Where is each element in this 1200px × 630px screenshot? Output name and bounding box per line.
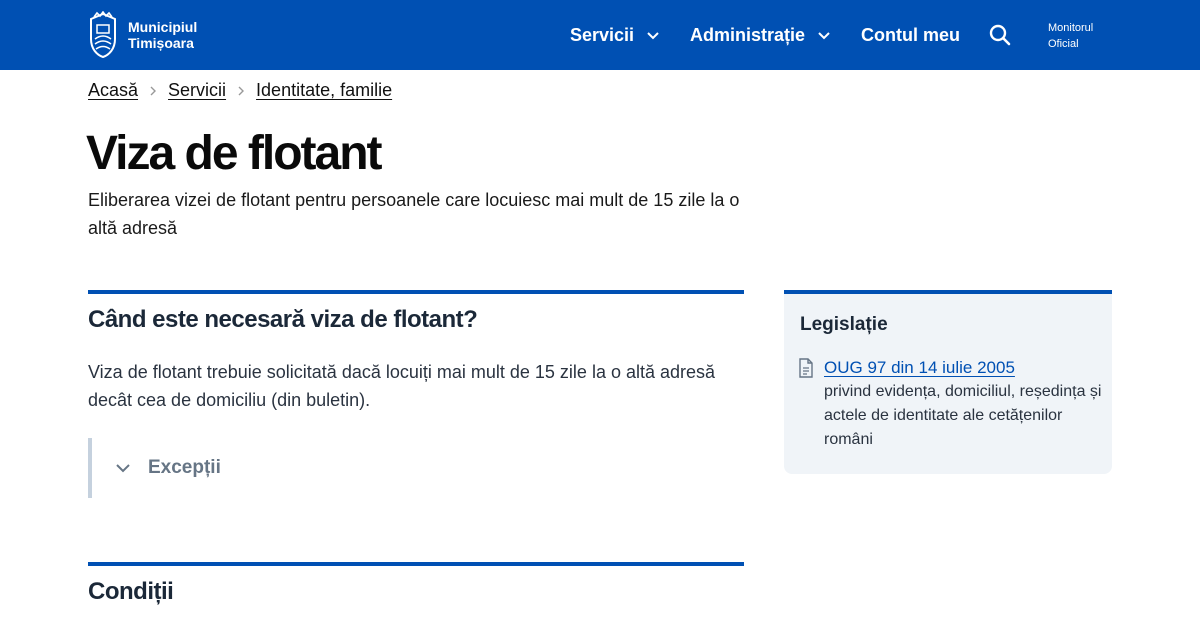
site-header: Municipiul Timișoara Servicii Administra… xyxy=(0,0,1200,70)
monitor-line-2: Oficial xyxy=(1048,38,1079,50)
page-title: Viza de flotant xyxy=(86,127,382,180)
chevron-down-icon xyxy=(818,32,830,40)
law-link[interactable]: OUG 97 din 14 iulie 2005 xyxy=(824,358,1015,378)
legislatie-title: Legislație xyxy=(800,314,888,335)
section-conditii: Condiții xyxy=(88,562,744,606)
nav-contul-meu[interactable]: Contul meu xyxy=(861,0,960,70)
section-title: Condiții xyxy=(88,578,174,605)
breadcrumb-identitate-familie[interactable]: Identitate, familie xyxy=(256,80,392,101)
nav-administratie[interactable]: Administrație xyxy=(690,0,831,70)
chevron-right-icon xyxy=(150,86,157,95)
nav-servicii-label: Servicii xyxy=(570,24,635,45)
nav-administratie-label: Administrație xyxy=(690,24,806,45)
section-cand-este-necesara: Când este necesară viza de flotant? xyxy=(88,290,744,334)
accordion-exceptii[interactable]: Excepții xyxy=(88,438,744,498)
breadcrumb-servicii[interactable]: Servicii xyxy=(168,80,226,101)
accordion-label: Excepții xyxy=(148,457,221,478)
search-icon[interactable] xyxy=(988,23,1012,47)
law-description: privind evidența, domiciliul, reședința … xyxy=(824,383,1102,448)
chevron-right-icon xyxy=(238,86,245,95)
nav-servicii[interactable]: Servicii xyxy=(570,0,660,70)
document-icon xyxy=(799,358,813,378)
monitorul-oficial-link[interactable]: Monitorul Oficial xyxy=(1048,20,1093,52)
section-title: Când este necesară viza de flotant? xyxy=(88,306,478,333)
breadcrumb: Acasă Servicii Identitate, familie xyxy=(88,80,392,101)
logo-link[interactable]: Municipiul Timișoara xyxy=(88,11,197,59)
legislatie-panel: Legislație OUG 97 din 14 iulie 2005 priv… xyxy=(784,290,1112,474)
logo-line-1: Municipiul xyxy=(128,19,198,35)
chevron-down-icon xyxy=(647,32,659,40)
page-lead: Eliberarea vizei de flotant pentru perso… xyxy=(88,190,740,238)
chevron-down-icon xyxy=(116,464,130,473)
city-crest-icon xyxy=(90,11,116,59)
logo-line-2: Timișoara xyxy=(128,35,194,51)
monitor-line-1: Monitorul xyxy=(1048,22,1094,34)
breadcrumb-acasa[interactable]: Acasă xyxy=(88,80,138,101)
logo-text: Municipiul Timișoara xyxy=(128,19,197,51)
section-paragraph: Viza de flotant trebuie solicitată dacă … xyxy=(88,362,716,410)
nav-contul-meu-label: Contul meu xyxy=(861,24,960,45)
